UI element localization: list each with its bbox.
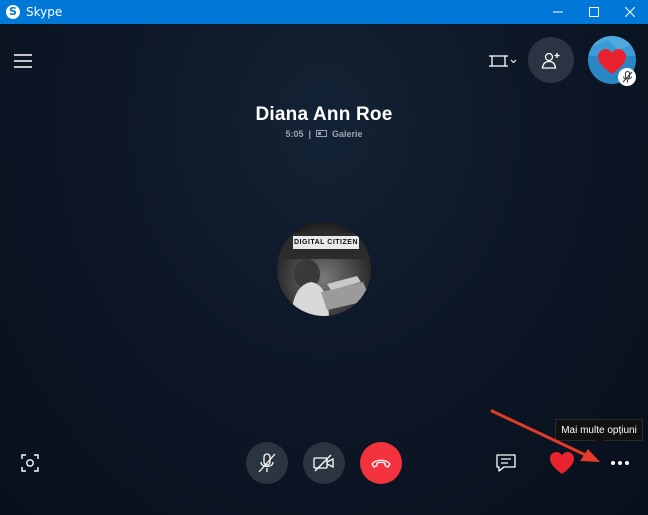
microphone-off-icon xyxy=(258,453,276,473)
skype-logo-icon: S xyxy=(6,5,20,19)
menu-button[interactable] xyxy=(10,48,36,74)
window-title: Skype xyxy=(26,5,63,19)
more-options-button[interactable] xyxy=(606,451,634,475)
chat-button[interactable] xyxy=(494,451,518,475)
close-icon xyxy=(625,7,635,17)
screen-size-button[interactable] xyxy=(486,48,520,74)
heart-icon xyxy=(550,452,574,474)
video-button[interactable] xyxy=(303,442,345,484)
video-off-icon xyxy=(313,454,334,472)
hamburger-menu-icon xyxy=(14,54,32,68)
capture-button[interactable] xyxy=(18,451,42,475)
status-separator: | xyxy=(308,129,311,139)
self-muted-badge xyxy=(618,68,636,86)
self-view[interactable] xyxy=(588,36,636,86)
end-call-button[interactable] xyxy=(360,442,402,484)
add-participant-button[interactable] xyxy=(528,37,574,83)
call-view: Diana Ann Roe 5:05 | Galerie DIGITAL CIT… xyxy=(0,24,648,515)
maximize-icon xyxy=(589,7,599,17)
mute-button[interactable] xyxy=(246,442,288,484)
react-button[interactable] xyxy=(547,449,577,477)
title-bar: S Skype xyxy=(0,0,648,24)
chat-icon xyxy=(496,454,516,472)
add-person-icon xyxy=(541,52,560,69)
view-mode-label: Galerie xyxy=(332,129,363,139)
gallery-icon xyxy=(316,130,327,137)
minimize-icon xyxy=(553,11,563,13)
call-duration: 5:05 xyxy=(285,129,304,139)
maximize-button[interactable] xyxy=(576,0,612,24)
close-button[interactable] xyxy=(612,0,648,24)
microphone-off-icon xyxy=(622,71,632,83)
camera-capture-icon xyxy=(21,454,39,472)
contact-avatar: DIGITAL CITIZEN xyxy=(277,222,371,316)
more-options-icon xyxy=(611,461,629,465)
minimize-button[interactable] xyxy=(540,0,576,24)
avatar-banner-text: DIGITAL CITIZEN xyxy=(293,239,359,246)
end-call-icon xyxy=(371,459,391,468)
call-status: 5:05 | Galerie xyxy=(0,129,648,139)
screen-size-icon xyxy=(489,55,517,67)
contact-name: Diana Ann Roe xyxy=(255,104,393,125)
